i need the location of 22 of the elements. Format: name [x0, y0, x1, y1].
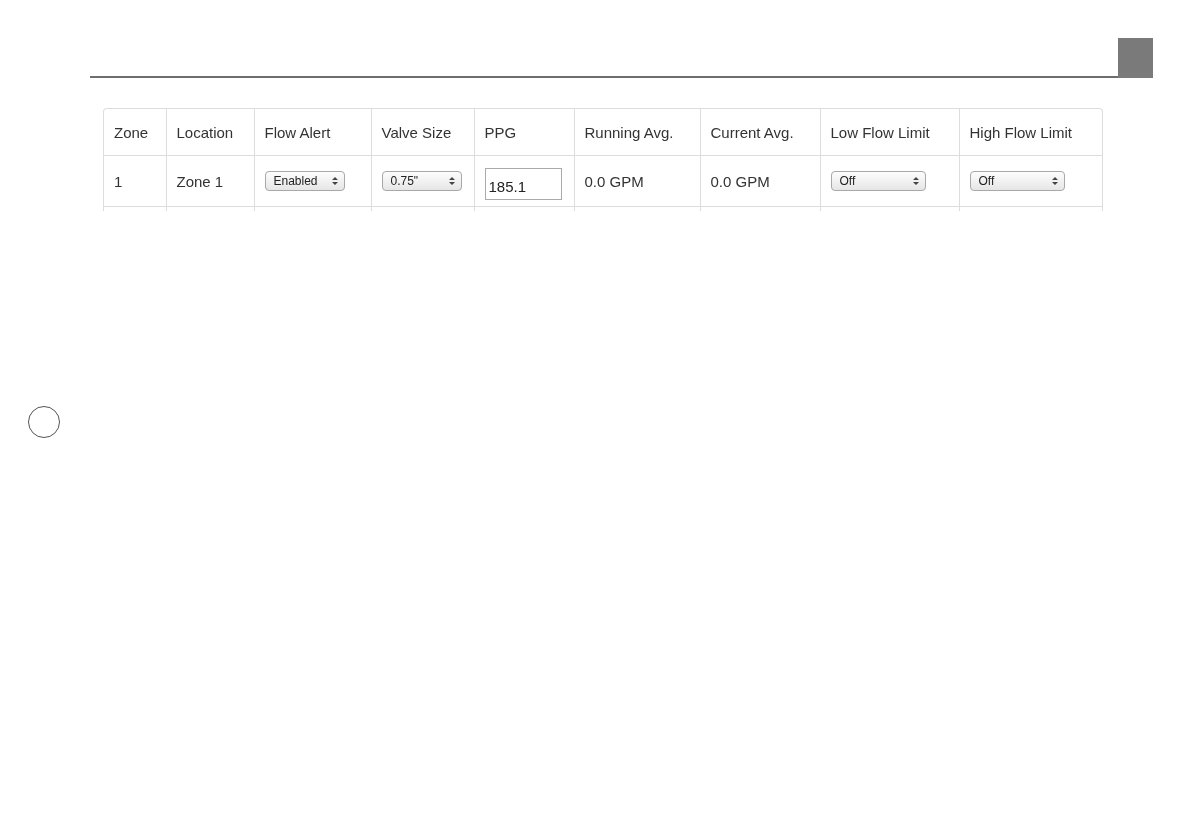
dropdown[interactable]: Enabled [264, 171, 345, 191]
stepper-icon [1051, 176, 1058, 186]
column-header: PPG [474, 109, 574, 156]
stepper-icon [331, 176, 338, 186]
table-cell: 0.0 GPM [700, 155, 820, 207]
ppg-input[interactable]: 185.1 [484, 168, 562, 200]
table-cell: 0.0 GPM [574, 155, 700, 207]
table-cell: Zone 1 [166, 155, 254, 207]
dropdown[interactable]: Off [969, 171, 1065, 191]
column-header: High Flow Limit [959, 109, 1102, 156]
column-header: Current Avg. [700, 109, 820, 156]
column-header: Location [166, 109, 254, 156]
column-header: Low Flow Limit [820, 109, 959, 156]
dropdown[interactable]: Off [830, 171, 926, 191]
column-header: Flow Alert [254, 109, 371, 156]
table-cell: 1 [104, 155, 166, 207]
column-header: Running Avg. [574, 109, 700, 156]
column-header: Valve Size [371, 109, 474, 156]
stepper-icon [912, 176, 919, 186]
column-header: Zone [104, 109, 166, 156]
stepper-icon [448, 176, 455, 186]
dropdown[interactable]: 0.75" [381, 171, 462, 191]
